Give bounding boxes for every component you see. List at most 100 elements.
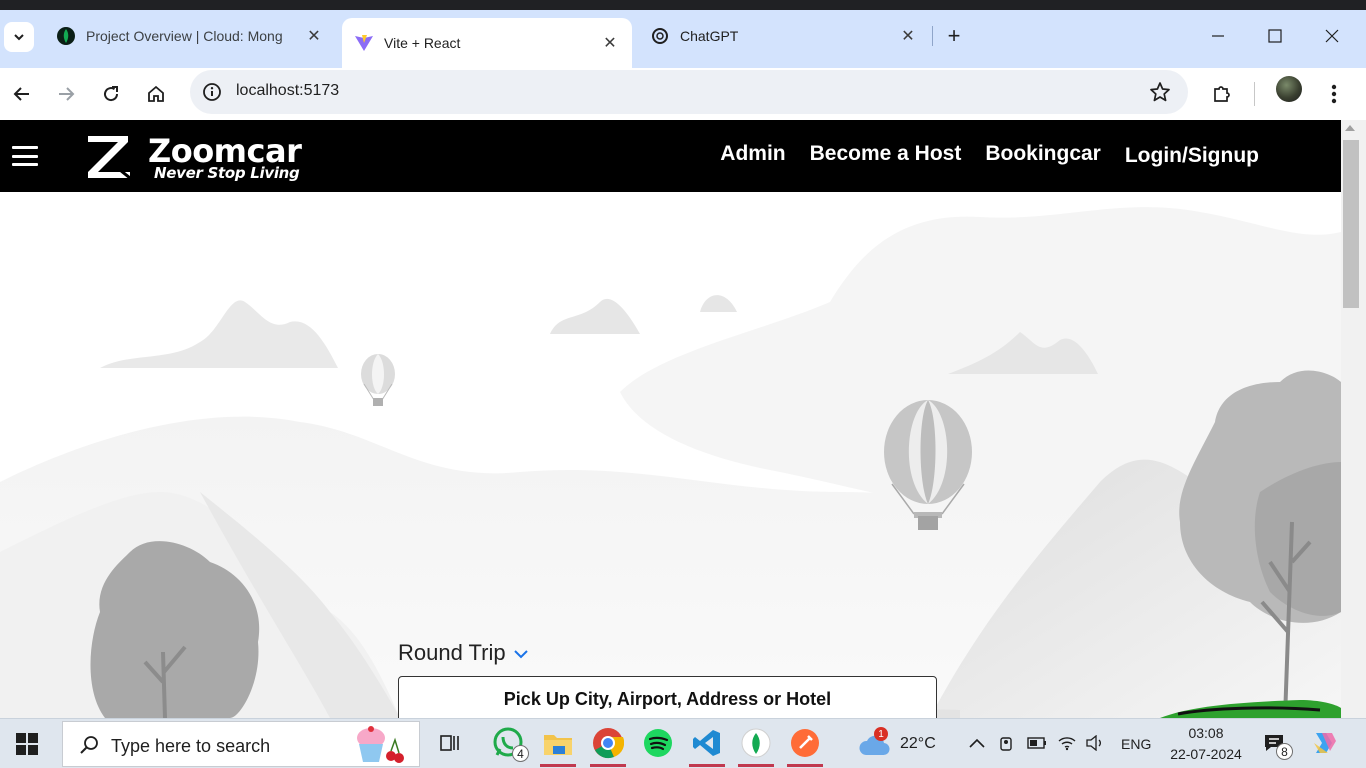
new-tab-button[interactable]: + xyxy=(940,22,968,50)
bookmark-star-icon[interactable] xyxy=(1148,80,1172,104)
windows-taskbar: Type here to search 4 1 22°C ENG 03:08 2… xyxy=(0,718,1366,768)
copilot-button[interactable] xyxy=(1306,725,1342,761)
chevron-down-icon xyxy=(513,650,528,659)
maximize-icon xyxy=(1268,29,1282,43)
battery-indicator[interactable] xyxy=(1022,725,1052,761)
input-language[interactable]: ENG xyxy=(1121,736,1151,752)
tab-chatgpt[interactable]: ChatGPT ✕ xyxy=(638,14,930,58)
scrollbar-thumb[interactable] xyxy=(1343,140,1359,308)
tab-close-icon[interactable]: ✕ xyxy=(600,33,620,53)
whatsapp-unread-badge: 4 xyxy=(512,745,529,762)
battery-icon xyxy=(1027,737,1046,749)
spotify-taskbar-button[interactable] xyxy=(640,725,676,761)
system-clock[interactable]: 03:08 22-07-2024 xyxy=(1166,723,1246,765)
tab-close-icon[interactable]: ✕ xyxy=(304,26,324,46)
profile-avatar[interactable] xyxy=(1276,76,1302,102)
postman-icon xyxy=(791,729,819,757)
copilot-icon xyxy=(1314,733,1336,753)
mountain-silhouette xyxy=(550,298,640,334)
tab-title: ChatGPT xyxy=(680,28,739,44)
wifi-indicator[interactable] xyxy=(1052,725,1082,761)
toolbar-divider xyxy=(1254,82,1255,106)
chevron-down-icon xyxy=(14,34,24,41)
taskbar-search-box[interactable]: Type here to search xyxy=(62,721,420,767)
trip-type-label: Round Trip xyxy=(398,640,506,665)
back-button[interactable] xyxy=(4,76,40,112)
home-button[interactable] xyxy=(138,76,174,112)
task-view-icon xyxy=(440,735,459,751)
url-text[interactable]: localhost:5173 xyxy=(236,82,339,100)
forward-button[interactable] xyxy=(48,76,84,112)
file-explorer-taskbar-button[interactable] xyxy=(540,725,576,767)
mongodb-leaf-icon xyxy=(741,728,771,758)
nav-become-host[interactable]: Become a Host xyxy=(810,142,962,168)
postman-taskbar-button[interactable] xyxy=(787,725,823,767)
nav-bookingcar[interactable]: Bookingcar xyxy=(985,142,1101,168)
tab-mongodb[interactable]: Project Overview | Cloud: Mong ✕ xyxy=(44,14,336,58)
meet-now-button[interactable] xyxy=(992,725,1022,761)
extensions-button[interactable] xyxy=(1204,76,1240,112)
app-navbar: Zoomcar Never Stop Living Admin Become a… xyxy=(0,120,1341,192)
brand-tagline: Never Stop Living xyxy=(154,164,300,182)
nav-admin[interactable]: Admin xyxy=(720,142,785,168)
volume-indicator[interactable] xyxy=(1080,725,1110,761)
main-nav: Admin Become a Host Bookingcar Login/Sig… xyxy=(720,142,1259,168)
tab-close-icon[interactable]: ✕ xyxy=(898,26,918,46)
tab-separator xyxy=(932,26,933,46)
clock-date: 22-07-2024 xyxy=(1170,746,1242,762)
small-hot-air-balloon xyxy=(361,354,395,406)
notification-count-badge: 8 xyxy=(1276,743,1293,760)
web-page: Zoomcar Never Stop Living Admin Become a… xyxy=(0,120,1341,718)
tab-vite-react[interactable]: Vite + React ✕ xyxy=(342,18,632,68)
trip-type-dropdown[interactable]: Round Trip xyxy=(398,640,528,666)
whatsapp-taskbar-button[interactable]: 4 xyxy=(490,725,529,762)
active-app-indicator xyxy=(590,764,626,767)
home-icon xyxy=(148,85,164,102)
close-window-button[interactable] xyxy=(1312,18,1352,54)
maximize-button[interactable] xyxy=(1255,18,1295,54)
scroll-up-arrow-icon[interactable] xyxy=(1345,125,1355,131)
weather-temperature: 22°C xyxy=(900,735,936,752)
vscode-icon xyxy=(693,730,720,756)
page-scrollbar[interactable] xyxy=(1341,120,1366,718)
reload-icon xyxy=(104,86,119,102)
zoomcar-z-mark-icon xyxy=(88,136,131,180)
task-view-button[interactable] xyxy=(432,725,468,761)
arrow-right-icon xyxy=(59,87,75,101)
tab-title: Vite + React xyxy=(384,35,461,51)
close-icon xyxy=(1325,29,1339,43)
mongodb-compass-taskbar-button[interactable] xyxy=(738,725,774,767)
tab-search-button[interactable] xyxy=(4,22,34,52)
chrome-taskbar-button[interactable] xyxy=(590,725,626,767)
taskbar-search-placeholder: Type here to search xyxy=(111,736,271,756)
chrome-icon xyxy=(593,728,624,759)
minimize-button[interactable] xyxy=(1198,18,1238,54)
nav-login-signup[interactable]: Login/Signup xyxy=(1125,144,1259,168)
notification-center-button[interactable]: 8 xyxy=(1258,725,1293,761)
show-hidden-icons-button[interactable] xyxy=(962,725,992,761)
menu-button[interactable] xyxy=(1316,76,1352,112)
browser-toolbar: localhost:5173 xyxy=(0,68,1366,120)
mountain-silhouette xyxy=(700,295,737,312)
vite-icon xyxy=(354,33,374,53)
vscode-taskbar-button[interactable] xyxy=(689,725,725,767)
minimize-icon xyxy=(1212,35,1224,37)
chevron-up-icon xyxy=(969,738,985,748)
puzzle-icon xyxy=(1214,86,1230,102)
hamburger-menu-icon[interactable] xyxy=(12,146,38,166)
window-top-edge xyxy=(0,0,1366,10)
weather-alert-badge: 1 xyxy=(874,727,888,741)
mountain-silhouette xyxy=(100,300,338,368)
chatgpt-icon xyxy=(650,26,670,46)
windows-start-icon[interactable] xyxy=(16,733,38,755)
clock-time: 03:08 xyxy=(1188,725,1224,741)
site-info-icon[interactable] xyxy=(200,80,224,104)
zoomcar-logo[interactable]: Zoomcar Never Stop Living xyxy=(84,130,304,184)
webcam-icon xyxy=(1000,737,1012,751)
reload-button[interactable] xyxy=(93,76,129,112)
weather-widget[interactable]: 1 22°C xyxy=(858,725,948,761)
spotify-icon xyxy=(644,729,672,757)
address-bar[interactable]: localhost:5173 xyxy=(190,70,1188,114)
pickup-location-field[interactable]: Pick Up City, Airport, Address or Hotel xyxy=(398,676,937,718)
active-app-indicator xyxy=(738,764,774,767)
